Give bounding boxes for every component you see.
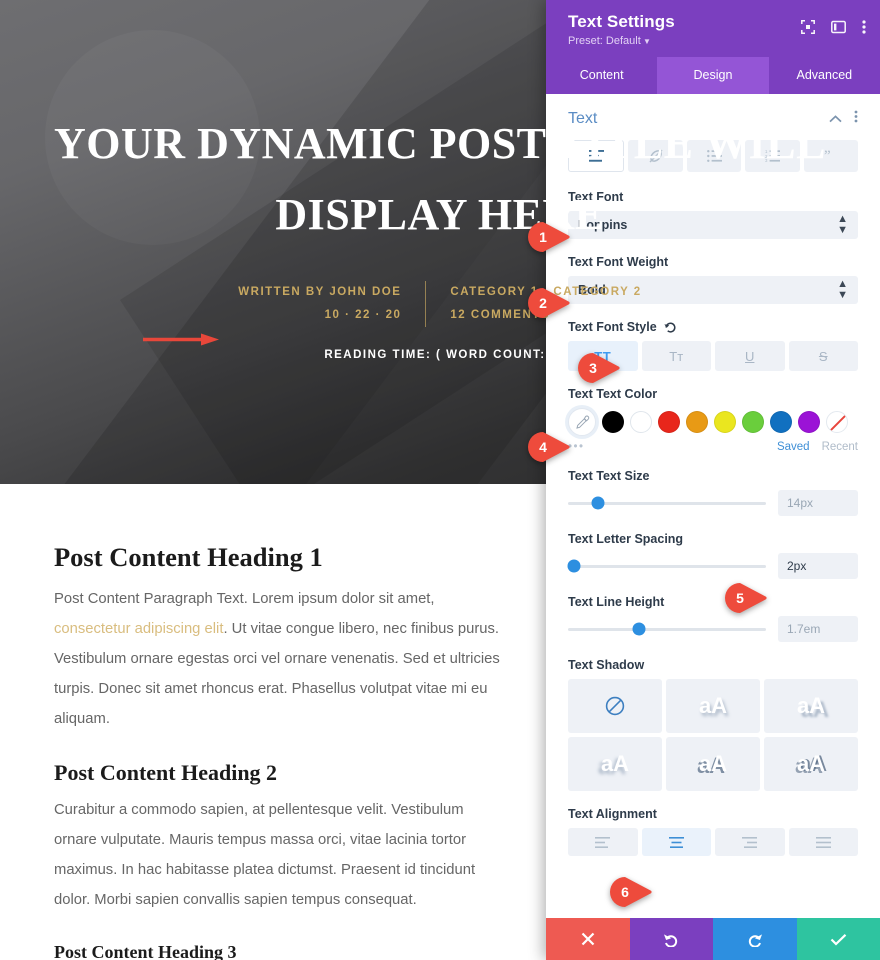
swatch-red[interactable] — [658, 411, 680, 433]
swatch-blue[interactable] — [770, 411, 792, 433]
letter-spacing-slider[interactable] — [567, 559, 766, 573]
shadow-preset-none[interactable] — [568, 679, 662, 733]
eyedropper-icon[interactable] — [568, 408, 596, 436]
swatch-purple[interactable] — [798, 411, 820, 433]
line-height-label: Text Line Height — [568, 595, 665, 609]
color-swatch-row — [568, 408, 858, 436]
hero-date: 10 · 22 · 20 — [324, 308, 402, 321]
callout-pin-3-label: 3 — [589, 360, 597, 376]
post-heading-1: Post Content Heading 1 — [54, 542, 323, 572]
callout-pin-1: 1 — [528, 222, 570, 252]
recent-colors-tab[interactable]: Recent — [822, 441, 858, 453]
letter-spacing-label: Text Letter Spacing — [568, 532, 684, 546]
align-right-button[interactable] — [715, 828, 785, 856]
hero-author: Written by John Doe — [238, 285, 402, 298]
text-size-field: Text Text Size 14px — [568, 469, 858, 516]
align-left-icon — [595, 836, 611, 848]
no-shadow-icon — [605, 696, 625, 716]
align-center-icon — [668, 836, 684, 848]
hero-content: Your Dynamic Post Title Will Display Her… — [0, 0, 880, 361]
callout-pin-2: 2 — [528, 288, 570, 318]
shadow-preset-left[interactable]: aA — [568, 737, 662, 791]
swatch-yellow[interactable] — [714, 411, 736, 433]
hero-reading-time: Reading Time: ( Word Count: ) — [324, 348, 556, 361]
hero-meta: Written by John Doe 10 · 22 · 20 Categor… — [0, 280, 880, 327]
letter-spacing-slider-knob[interactable] — [567, 559, 581, 573]
text-shadow-presets: aA aA aA aA aA — [568, 679, 858, 791]
hero-meta-left: Written by John Doe 10 · 22 · 20 — [238, 281, 425, 327]
panel-footer — [546, 918, 880, 960]
swatch-white[interactable] — [630, 411, 652, 433]
callout-pin-4: 4 — [528, 432, 570, 462]
line-height-slider-knob[interactable] — [632, 622, 646, 636]
text-size-slider-knob[interactable] — [591, 496, 605, 510]
shadow-preset-soft[interactable]: aA — [666, 679, 760, 733]
hero-post-title: Your Dynamic Post Title Will Display Her… — [54, 119, 826, 240]
text-alignment-buttons — [568, 828, 858, 856]
swatch-green[interactable] — [742, 411, 764, 433]
text-color-label: Text Text Color — [568, 387, 658, 401]
annotation-arrow-icon — [143, 333, 219, 346]
check-icon — [830, 933, 847, 946]
callout-pin-4-label: 4 — [539, 439, 547, 455]
undo-icon — [664, 933, 678, 947]
text-shadow-field: Text Shadow aA aA aA aA aA — [568, 658, 858, 791]
color-footer: ••• Saved Recent — [568, 441, 858, 453]
callout-pin-1-label: 1 — [539, 229, 547, 245]
post-paragraph-2: Curabitur a commodo sapien, at pellentes… — [54, 802, 476, 908]
more-colors-button[interactable]: ••• — [568, 441, 777, 453]
paragraph-1-text-before: Post Content Paragraph Text. Lorem ipsum… — [54, 591, 435, 607]
shadow-preset-right[interactable]: aA — [764, 679, 858, 733]
redo-icon — [748, 933, 762, 947]
text-size-input[interactable]: 14px — [778, 490, 858, 516]
line-height-field: Text Line Height 1.7em — [568, 595, 858, 642]
line-height-slider[interactable] — [568, 622, 766, 636]
redo-button[interactable] — [713, 918, 797, 960]
align-justify-icon — [815, 836, 831, 848]
callout-pin-2-label: 2 — [539, 295, 547, 311]
undo-button[interactable] — [629, 918, 713, 960]
post-paragraph-1: Post Content Paragraph Text. Lorem ipsum… — [54, 585, 506, 734]
cancel-button[interactable] — [546, 918, 630, 960]
text-color-field: Text Text Color ••• Saved Recent — [568, 387, 858, 453]
letter-spacing-field: Text Letter Spacing 2px — [567, 532, 858, 579]
shadow-preset-hard[interactable]: aA — [666, 737, 760, 791]
text-size-slider[interactable] — [568, 496, 766, 510]
text-size-label: Text Text Size — [568, 469, 650, 483]
swatch-black[interactable] — [602, 411, 624, 433]
callout-pin-6: 6 — [610, 877, 652, 907]
callout-pin-6-label: 6 — [621, 884, 629, 900]
align-justify-button[interactable] — [788, 828, 858, 856]
save-button[interactable] — [796, 918, 880, 960]
align-center-button[interactable] — [641, 828, 711, 856]
letter-spacing-input[interactable]: 2px — [778, 553, 858, 579]
text-alignment-field: Text Alignment — [568, 807, 858, 856]
post-heading-3: Post Content Heading 3 — [54, 941, 237, 960]
swatch-orange[interactable] — [686, 411, 708, 433]
callout-pin-5-label: 5 — [736, 590, 744, 606]
swatch-transparent[interactable] — [826, 411, 848, 433]
paragraph-1-link[interactable]: consectetur adipiscing elit — [54, 621, 223, 637]
close-icon — [581, 932, 595, 946]
text-alignment-label: Text Alignment — [568, 807, 657, 821]
screen: Your Dynamic Post Title Will Display Her… — [0, 0, 880, 960]
saved-colors-tab[interactable]: Saved — [777, 441, 810, 453]
align-right-icon — [742, 836, 758, 848]
shadow-preset-outline[interactable]: aA — [764, 737, 858, 791]
line-height-input[interactable]: 1.7em — [778, 616, 858, 642]
callout-pin-3: 3 — [578, 353, 620, 383]
align-left-button[interactable] — [568, 828, 638, 856]
post-content: Post Content Heading 1 Post Content Para… — [0, 484, 560, 960]
text-shadow-label: Text Shadow — [568, 658, 645, 672]
post-heading-2: Post Content Heading 2 — [54, 760, 278, 786]
callout-pin-5: 5 — [725, 583, 767, 613]
